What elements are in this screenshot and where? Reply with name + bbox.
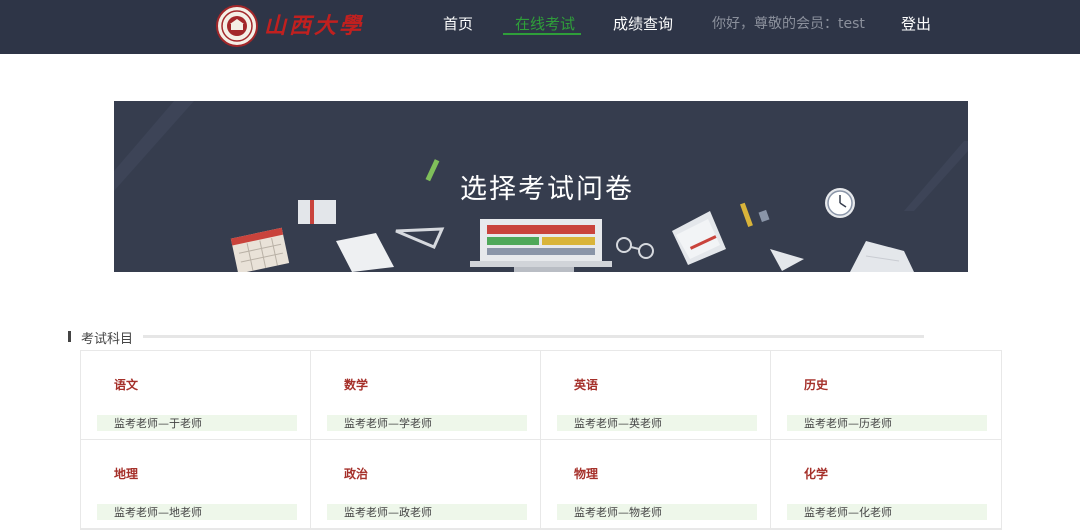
glasses-icon: [616, 237, 654, 259]
subject-card-chemistry[interactable]: 化学 监考老师—化老师: [771, 440, 1001, 529]
subject-grid: 语文 监考老师—于老师 数学 监考老师—学老师 英语 监考老师—英老师 历史 监…: [80, 350, 1002, 530]
subject-card-geography[interactable]: 地理 监考老师—地老师: [81, 440, 311, 529]
subject-card-chinese[interactable]: 语文 监考老师—于老师: [81, 351, 311, 440]
logout-link[interactable]: 登出: [901, 15, 931, 33]
section-marker: [68, 331, 71, 342]
subject-name: 政治: [344, 467, 369, 481]
subject-card-history[interactable]: 历史 监考老师—历老师: [771, 351, 1001, 440]
section-title: 考试科目: [81, 332, 134, 347]
top-navigation-bar: 山西大學 首页 在线考试 成绩查询 你好，尊敬的会员：test 登出: [0, 0, 1080, 54]
subject-name: 历史: [804, 378, 829, 392]
subject-teacher: 监考老师—化老师: [787, 504, 987, 520]
subject-name: 地理: [114, 467, 139, 481]
paper-plane-icon: [770, 249, 804, 271]
subject-teacher: 监考老师—于老师: [97, 415, 297, 431]
subject-teacher: 监考老师—地老师: [97, 504, 297, 520]
subject-name: 英语: [574, 378, 599, 392]
active-nav-underline: [503, 33, 581, 35]
subject-card-politics[interactable]: 政治 监考老师—政老师: [311, 440, 541, 529]
subject-teacher: 监考老师—政老师: [327, 504, 527, 520]
section-divider: [143, 335, 924, 338]
subject-teacher: 监考老师—学老师: [327, 415, 527, 431]
subject-teacher: 监考老师—物老师: [557, 504, 757, 520]
subject-name: 化学: [804, 467, 829, 481]
member-greeting: 你好，尊敬的会员：test: [712, 16, 865, 32]
university-logo-text[interactable]: 山西大學: [264, 8, 364, 40]
subject-name: 物理: [574, 467, 599, 481]
subject-card-english[interactable]: 英语 监考老师—英老师: [541, 351, 771, 440]
banner-title: 选择考试问卷: [460, 174, 634, 205]
nav-online-exam-link[interactable]: 在线考试: [515, 15, 575, 33]
laptop-icon: [470, 219, 612, 272]
nav-score-query-link[interactable]: 成绩查询: [613, 15, 673, 33]
subject-name: 语文: [114, 378, 139, 392]
subject-teacher: 监考老师—历老师: [787, 415, 987, 431]
university-seal-icon[interactable]: [216, 5, 258, 47]
calendar-icon: [230, 227, 290, 272]
subject-card-physics[interactable]: 物理 监考老师—物老师: [541, 440, 771, 529]
subject-teacher: 监考老师—英老师: [557, 415, 757, 431]
document-icon: [336, 233, 394, 272]
banner: 选择考试问卷: [114, 101, 968, 272]
subject-name: 数学: [344, 378, 369, 392]
nav-home-link[interactable]: 首页: [443, 15, 473, 33]
subject-card-math[interactable]: 数学 监考老师—学老师: [311, 351, 541, 440]
notebook-icon: [672, 211, 726, 265]
ruler-icon: [395, 227, 445, 249]
